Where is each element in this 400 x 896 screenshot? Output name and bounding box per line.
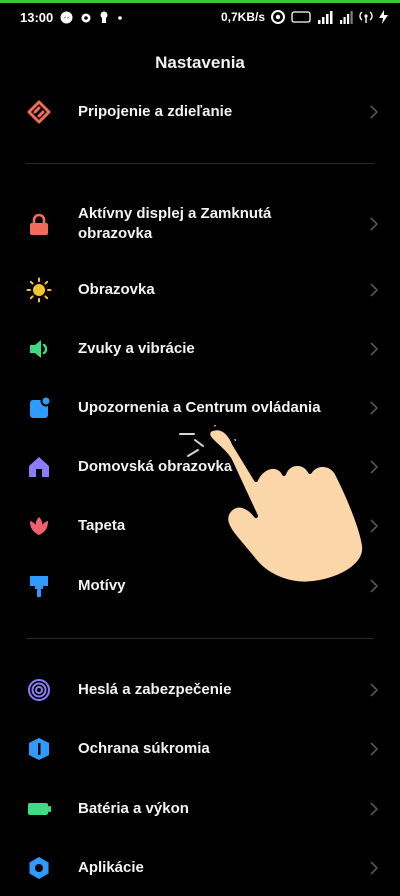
gear-icon xyxy=(29,857,49,879)
chevron-right-icon xyxy=(370,861,379,875)
charging-icon xyxy=(379,10,388,24)
volte-icon xyxy=(291,11,311,23)
settings-item-connection-sharing[interactable]: Pripojenie a zdieľanie xyxy=(0,84,400,140)
settings-item-privacy[interactable]: Ochrana súkromia xyxy=(0,721,400,777)
status-accent-line xyxy=(0,0,400,3)
chevron-right-icon xyxy=(370,217,379,231)
keyhole-icon xyxy=(100,11,108,23)
status-bar: 13:00 0,7KB/s xyxy=(0,6,400,30)
settings-item-label: Ochrana súkromia xyxy=(78,740,210,757)
settings-item-label: Zvuky a vibrácie xyxy=(78,340,195,357)
privacy-shield-icon xyxy=(29,738,49,760)
page-title: Nastavenia xyxy=(155,53,245,72)
tap-hand-icon xyxy=(179,425,367,586)
lock-icon xyxy=(30,213,48,235)
network-speed: 0,7KB/s xyxy=(220,10,265,24)
messenger-icon xyxy=(60,11,73,24)
section-divider xyxy=(26,638,374,639)
settings-item-label: Obrazovka xyxy=(78,281,155,298)
settings-item-display[interactable]: Obrazovka xyxy=(0,262,400,318)
settings-item-label: Upozornenia a Centrum ovládania xyxy=(78,399,321,416)
battery-icon xyxy=(28,803,51,815)
signal-2-icon xyxy=(340,10,353,24)
settings-item-lock-screen[interactable]: Aktívny displej a Zamknutá obrazovka xyxy=(0,198,400,254)
section-divider xyxy=(26,163,374,164)
chevron-right-icon xyxy=(370,802,379,816)
gear-status-icon xyxy=(81,13,91,22)
chevron-right-icon xyxy=(370,683,379,697)
hotspot-icon xyxy=(359,11,373,23)
flower-icon xyxy=(30,517,48,535)
signal-icon xyxy=(318,10,333,24)
chevron-right-icon xyxy=(370,742,379,756)
settings-item-label: Pripojenie a zdieľanie xyxy=(78,103,233,120)
chevron-right-icon xyxy=(370,401,379,415)
settings-item-label: Heslá a zabezpečenie xyxy=(78,681,232,698)
settings-item-label: Batéria a výkon xyxy=(78,800,189,817)
settings-item-battery[interactable]: Batéria a výkon xyxy=(0,781,400,837)
data-saver-icon xyxy=(271,10,285,24)
notification-icon xyxy=(30,395,52,418)
chevron-right-icon xyxy=(370,342,379,356)
status-time: 13:00 xyxy=(20,10,54,25)
settings-item-label: Aktívny displej a Zamknutá obrazovka xyxy=(78,205,272,242)
sun-icon xyxy=(26,277,52,303)
connection-share-icon xyxy=(27,100,51,124)
home-icon xyxy=(29,457,49,477)
settings-item-apps[interactable]: Aplikácie xyxy=(0,840,400,896)
chevron-right-icon xyxy=(370,283,379,297)
brush-icon xyxy=(30,576,48,597)
chevron-right-icon xyxy=(370,105,379,119)
speaker-icon xyxy=(30,340,48,358)
settings-item-sound[interactable]: Zvuky a vibrácie xyxy=(0,321,400,377)
dot-icon xyxy=(118,15,123,20)
settings-item-label: Aplikácie xyxy=(78,859,144,876)
fingerprint-icon xyxy=(28,679,50,701)
settings-item-passwords-security[interactable]: Heslá a zabezpečenie xyxy=(0,662,400,718)
